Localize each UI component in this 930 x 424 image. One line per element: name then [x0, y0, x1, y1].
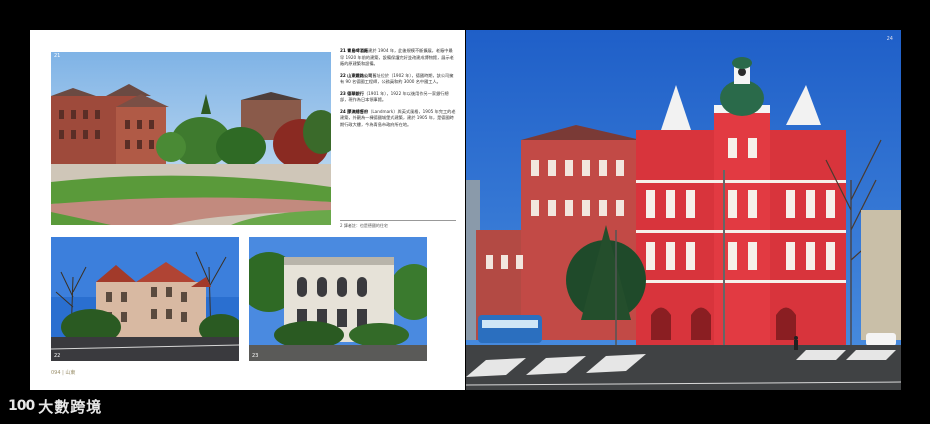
photo-number: 22	[54, 353, 61, 359]
page-number: 24	[886, 36, 893, 42]
right-page: 24	[466, 30, 901, 390]
caption-23: 23 德華銀行（1901 年），1922 年以後用作另一家銀行總部，現作為日本領…	[340, 90, 449, 103]
watermark-text: 大數跨境	[38, 397, 103, 416]
left-page: 21 21 青島啤酒廠建於 1904 年，此後規模不斷擴展，老廠中最早 1920…	[30, 30, 465, 390]
page-folio: 094 | 山東	[51, 370, 76, 376]
photo-red-landmark-building	[466, 30, 901, 390]
photo-railway-villa: 22	[51, 237, 239, 361]
caption-column: 21 青島啤酒廠建於 1904 年，此後規模不斷擴展，老廠中最早 1920 年前…	[340, 48, 456, 133]
caption-22: 22 山東鐵路公司舊址位於（1902 年），德國時期，該公司擁有 90 名德國工…	[340, 72, 454, 85]
photo-number: 23	[252, 353, 259, 359]
watermark-logo-icon: 100	[8, 398, 35, 414]
watermark: 100 大數跨境	[8, 394, 102, 418]
caption-21: 21 青島啤酒廠建於 1904 年，此後規模不斷擴展，老廠中最早 1920 年前…	[340, 48, 454, 66]
photo-bank-building: 23	[249, 237, 427, 361]
footnote: 2 譯者註：也是德國的住宅	[340, 220, 456, 229]
photo-brewery-campus: 21	[51, 52, 331, 225]
photo-number: 21	[54, 53, 61, 59]
caption-24: 24 膠澳總督府（Landmark）與英式風格，1905 年完工的老建築，外觀為…	[340, 108, 456, 127]
